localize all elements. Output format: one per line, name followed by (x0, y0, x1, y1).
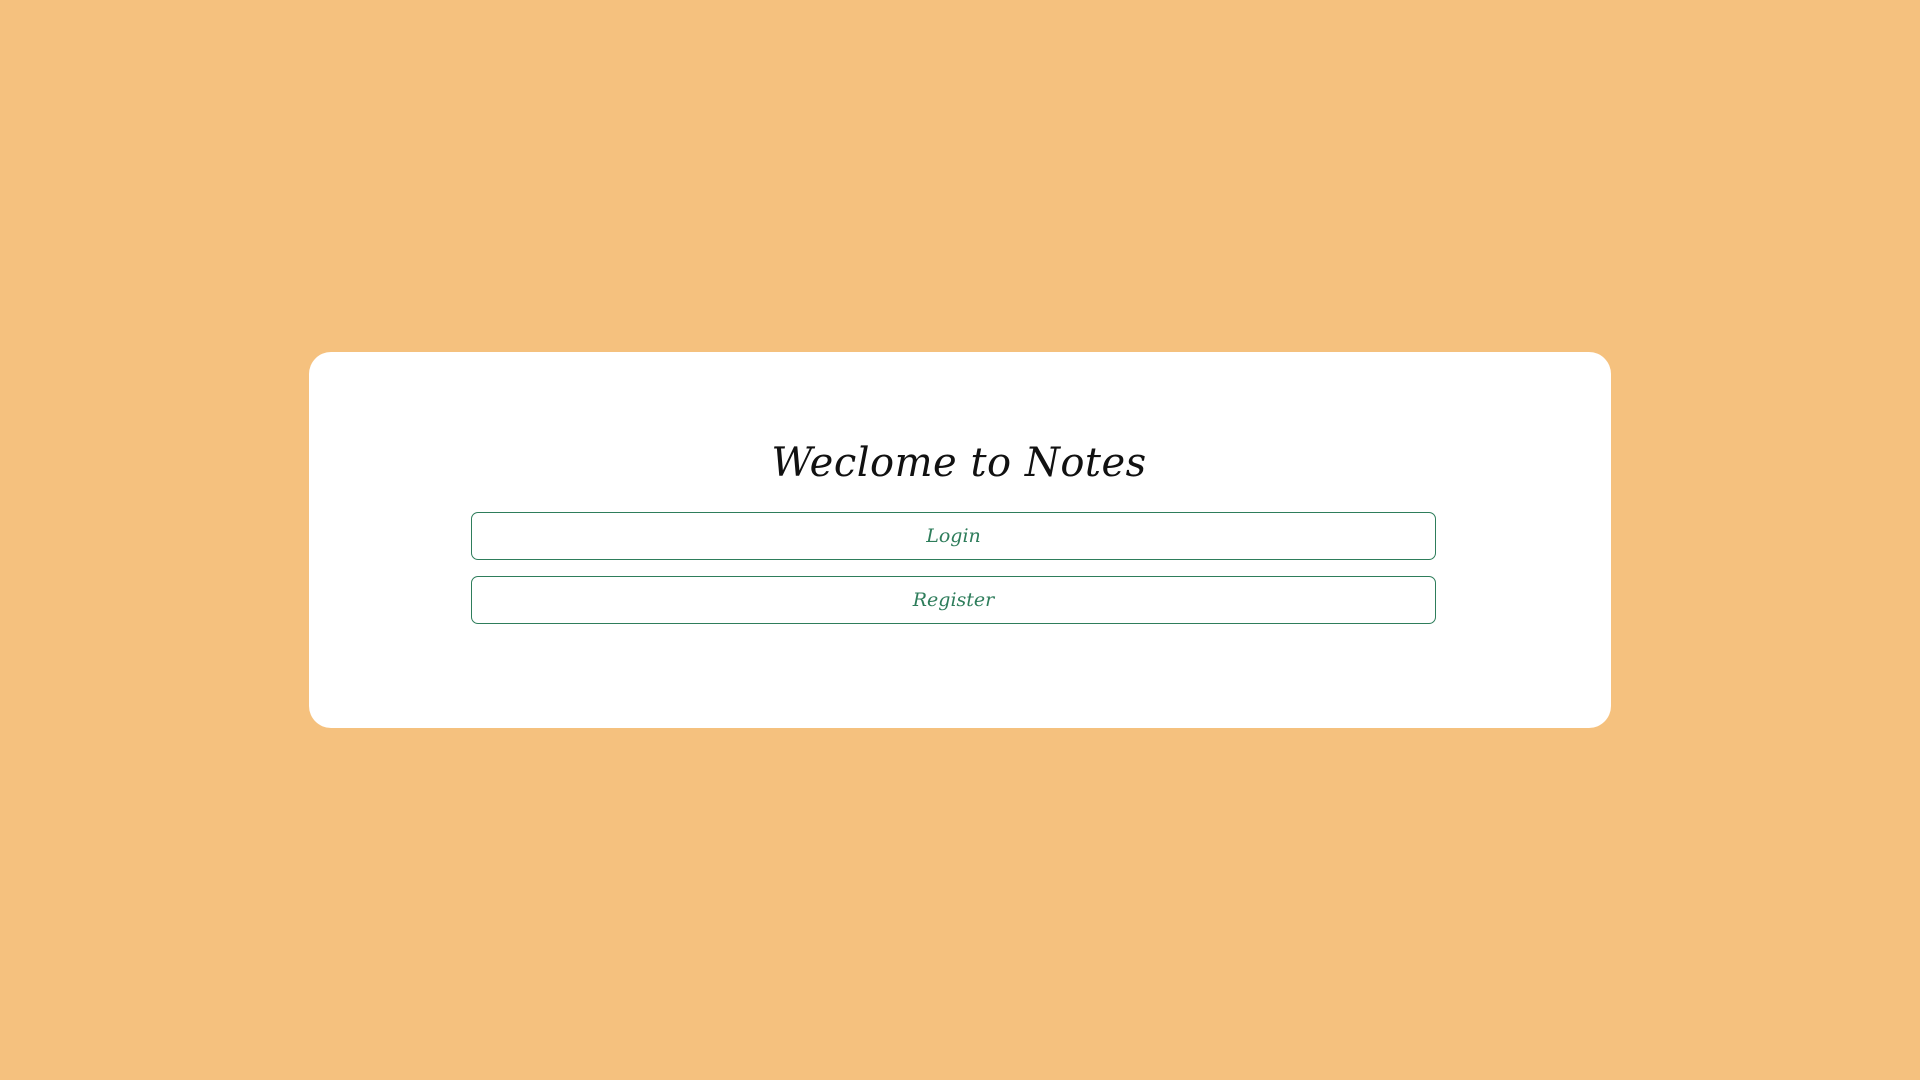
register-button[interactable]: Register (471, 576, 1436, 624)
page-title: Weclome to Notes (771, 440, 1147, 486)
page: Weclome to Notes Login Register (0, 0, 1920, 1080)
login-button[interactable]: Login (471, 512, 1436, 560)
